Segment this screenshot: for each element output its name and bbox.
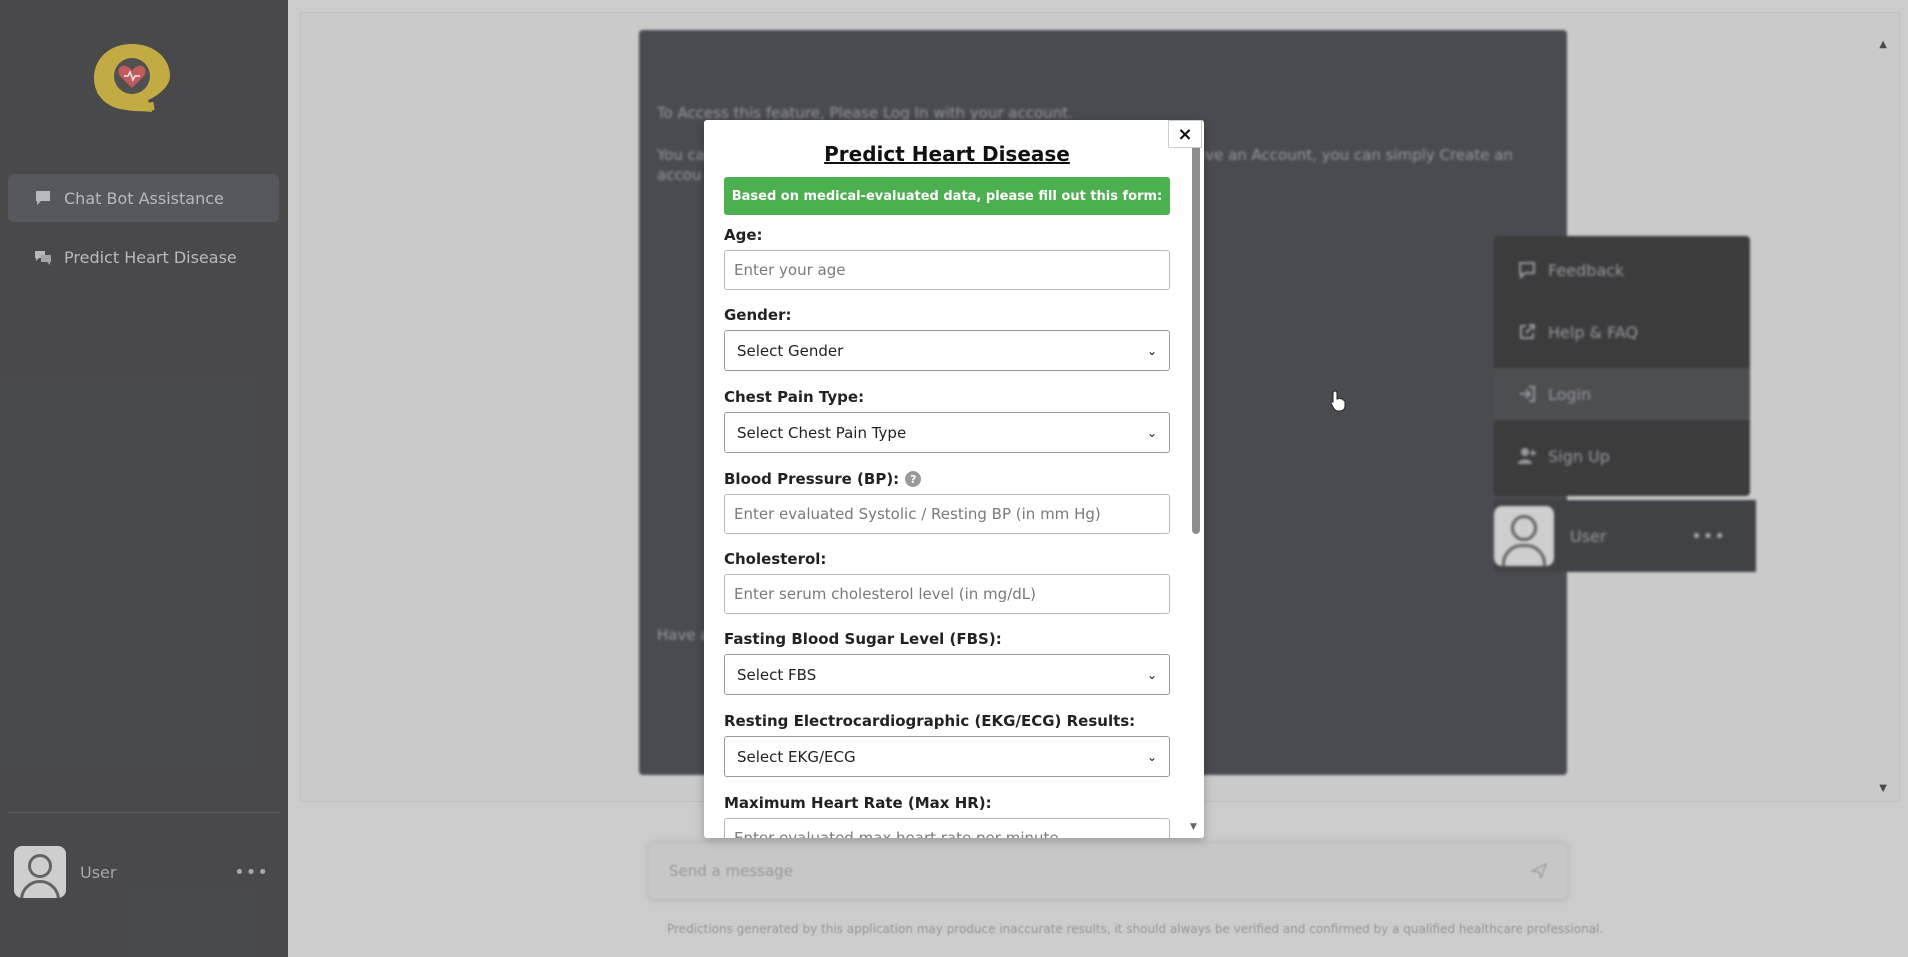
fbs-select[interactable]: Select FBS ⌄ xyxy=(724,654,1170,695)
cholesterol-label: Cholesterol: xyxy=(724,550,827,568)
chest-pain-type-select[interactable]: Select Chest Pain Type ⌄ xyxy=(724,412,1170,453)
fbs-label: Fasting Blood Sugar Level (FBS): xyxy=(724,630,1002,648)
chevron-down-icon: ⌄ xyxy=(1146,425,1157,440)
ekg-select-value: Select EKG/ECG xyxy=(737,747,856,766)
gender-label: Gender: xyxy=(724,306,792,324)
gender-select[interactable]: Select Gender ⌄ xyxy=(724,330,1170,371)
cholesterol-input[interactable] xyxy=(724,574,1170,614)
scrollbar-thumb[interactable] xyxy=(1192,144,1200,534)
hand-cursor-icon xyxy=(1330,390,1346,412)
close-button[interactable]: × xyxy=(1168,120,1202,148)
chest-pain-type-label: Chest Pain Type: xyxy=(724,388,865,406)
info-banner: Based on medical-evaluated data, please … xyxy=(724,177,1170,215)
age-input[interactable] xyxy=(724,250,1170,290)
gender-select-value: Select Gender xyxy=(737,341,844,360)
ekg-select[interactable]: Select EKG/ECG ⌄ xyxy=(724,736,1170,777)
chest-pain-type-select-value: Select Chest Pain Type xyxy=(737,423,907,442)
chevron-down-icon: ⌄ xyxy=(1146,667,1157,682)
help-icon[interactable]: ? xyxy=(905,471,922,487)
max-hr-label: Maximum Heart Rate (Max HR): xyxy=(724,794,992,812)
chevron-down-icon: ⌄ xyxy=(1146,343,1157,358)
fbs-select-value: Select FBS xyxy=(737,665,817,684)
ekg-label: Resting Electrocardiographic (EKG/ECG) R… xyxy=(724,712,1136,730)
age-label: Age: xyxy=(724,226,763,244)
modal-title: Predict Heart Disease xyxy=(824,142,1070,166)
modal-scrollbar[interactable]: ▲ ▼ xyxy=(1188,124,1202,836)
blood-pressure-input[interactable] xyxy=(724,494,1170,534)
scroll-down-arrow-icon[interactable]: ▼ xyxy=(1190,822,1197,832)
max-hr-input[interactable] xyxy=(724,818,1170,838)
predict-heart-disease-modal: Predict Heart Disease Based on medical-e… xyxy=(704,120,1204,838)
chevron-down-icon: ⌄ xyxy=(1146,749,1157,764)
blood-pressure-label: Blood Pressure (BP): ? xyxy=(724,470,922,488)
